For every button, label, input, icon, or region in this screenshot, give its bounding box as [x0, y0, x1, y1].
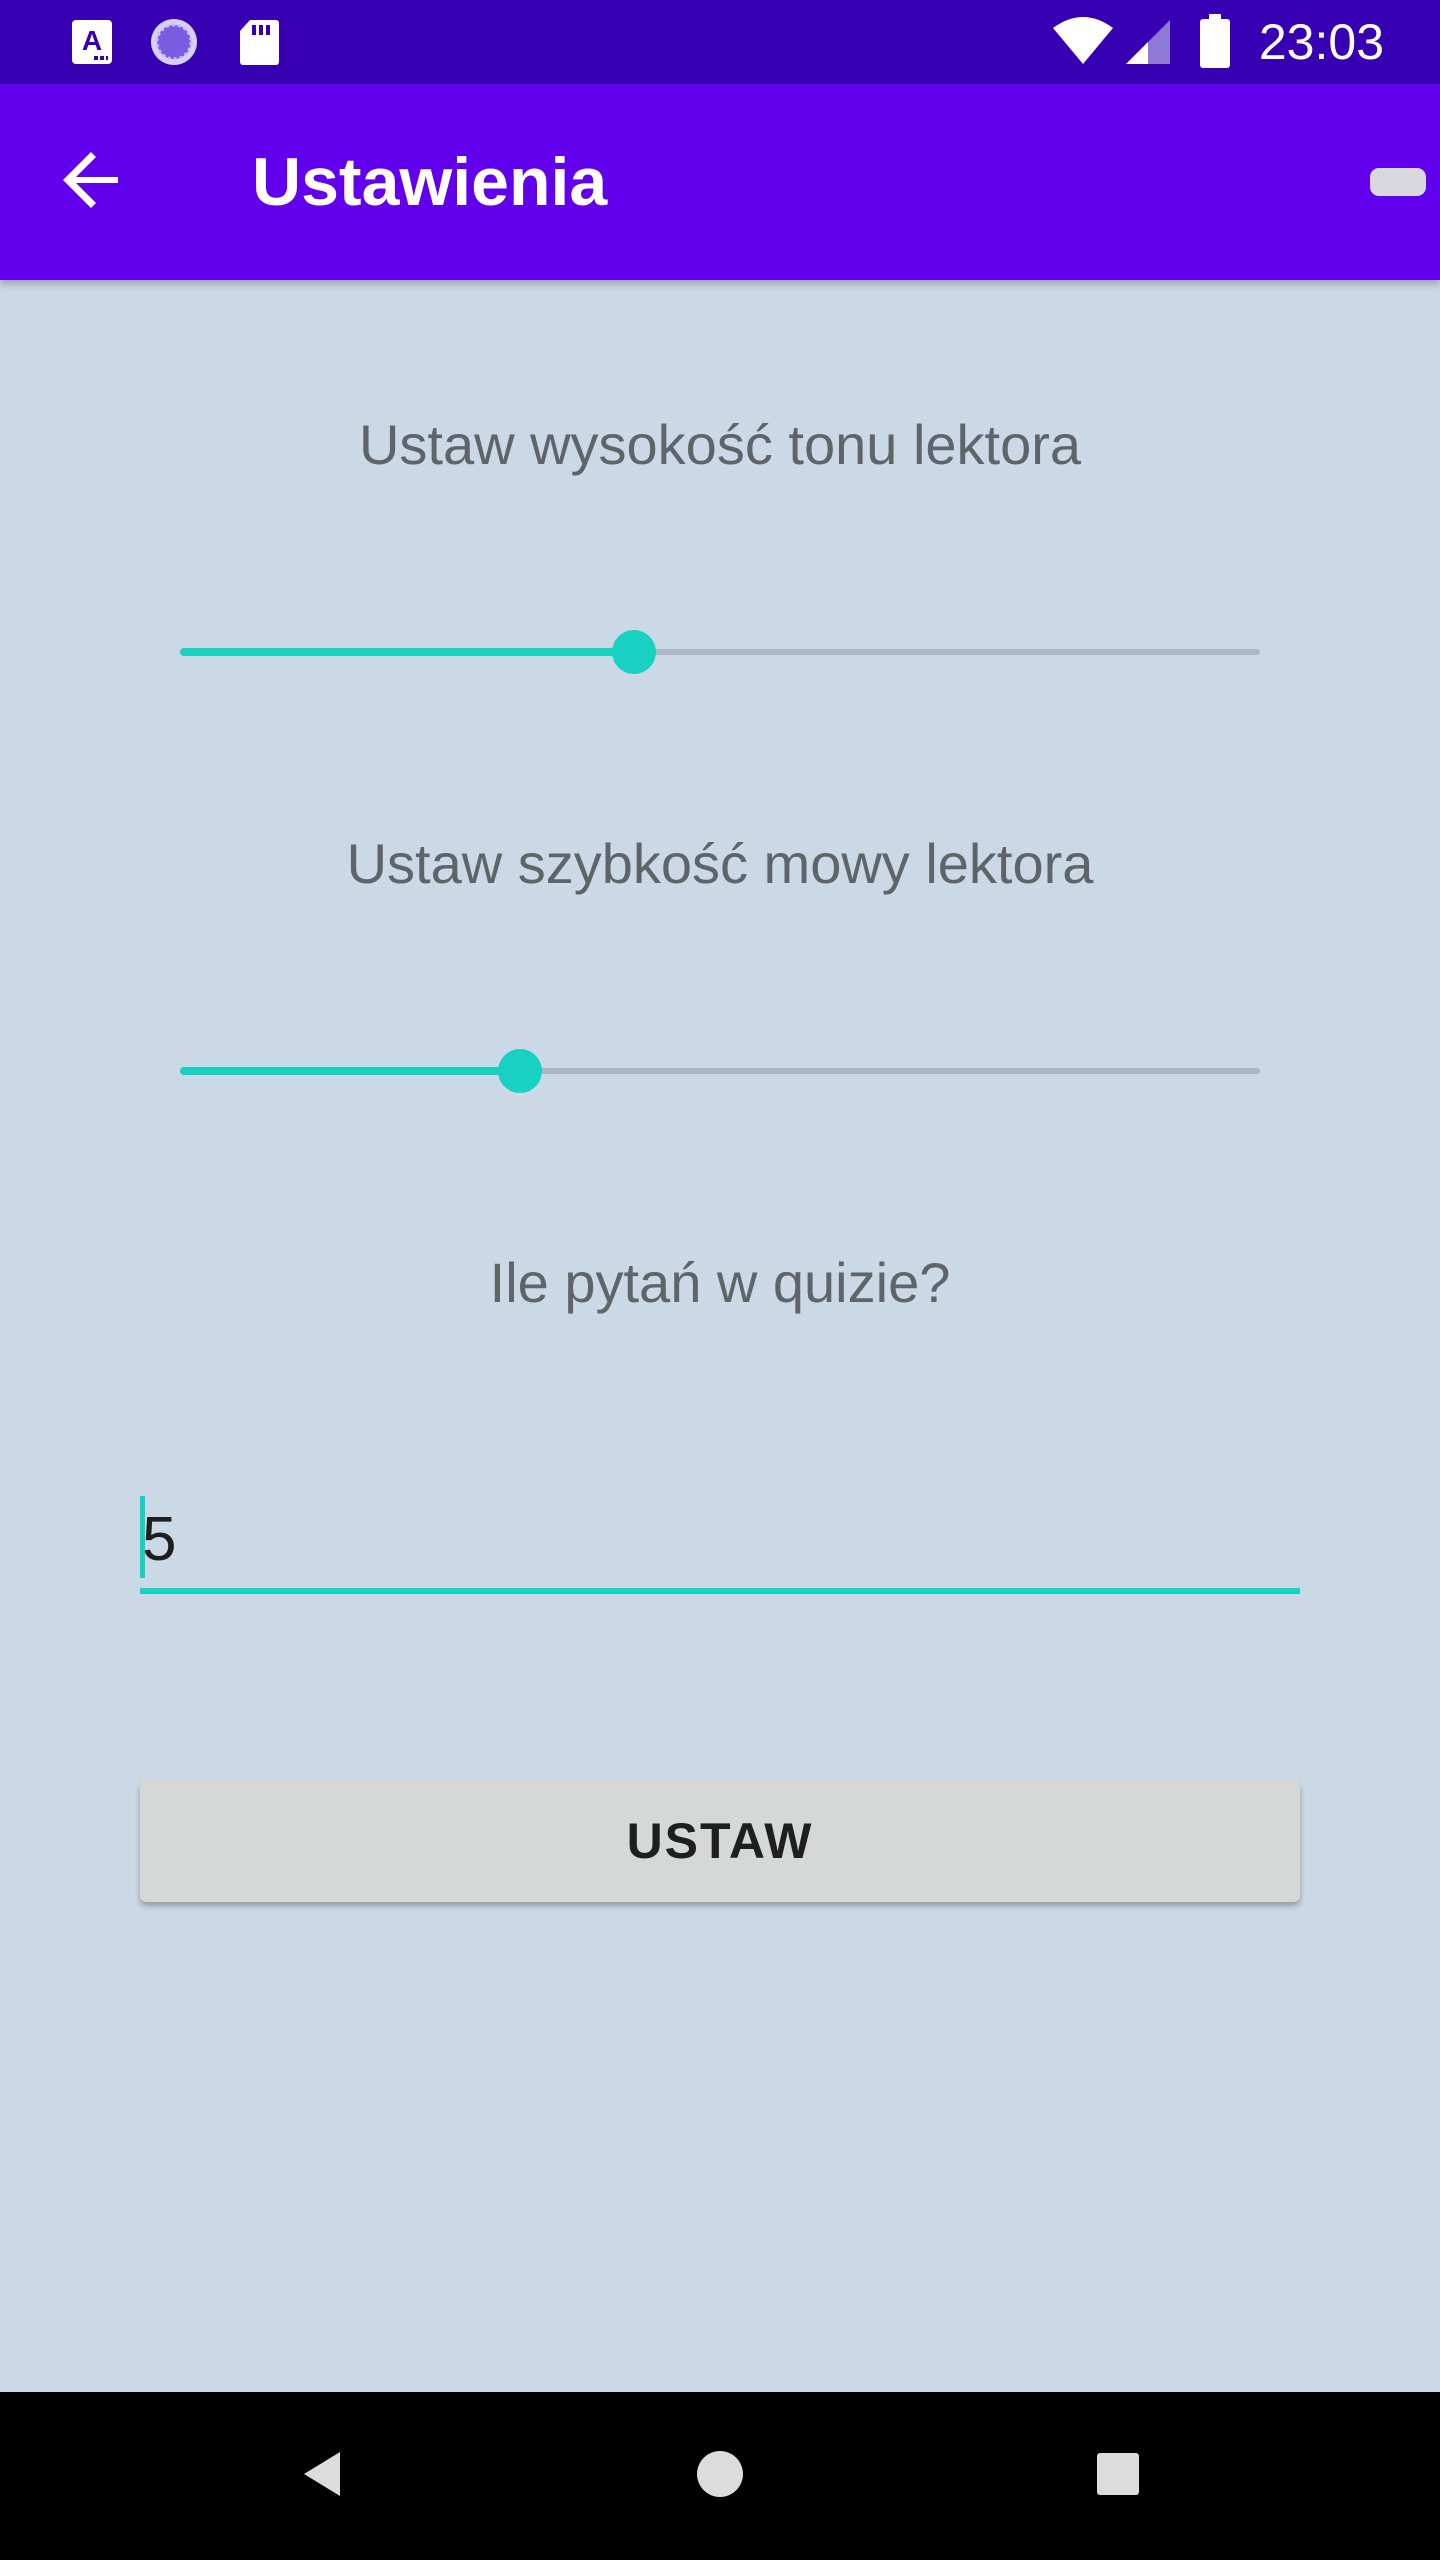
navigation-bar: [0, 2392, 1440, 2560]
quiz-count-label: Ile pytań w quizie?: [489, 1251, 951, 1314]
ustaw-button[interactable]: USTAW: [140, 1780, 1300, 1902]
page-title: Ustawienia: [252, 144, 608, 220]
pitch-label: Ustaw wysokość tonu lektora: [358, 413, 1082, 476]
home-circle-icon: [696, 2450, 744, 2503]
nav-home-button[interactable]: [680, 2436, 760, 2516]
speed-label: Ustaw szybkość mowy lektora: [346, 832, 1094, 895]
nav-recents-button[interactable]: [1078, 2436, 1158, 2516]
battery-icon: [1200, 14, 1230, 73]
back-triangle-icon: [300, 2450, 344, 2503]
input-underline: [140, 1588, 1300, 1594]
quiz-count-input[interactable]: [140, 1490, 1302, 1588]
loading-circle-icon: [148, 16, 200, 73]
clock: 23:03: [1258, 14, 1384, 70]
wifi-icon: [1052, 16, 1114, 71]
speed-slider[interactable]: [180, 1041, 1260, 1101]
quiz-count-field: [140, 1490, 1302, 1594]
slider-fill: [180, 648, 634, 656]
sd-card-icon: [238, 18, 280, 71]
slider-fill: [180, 1067, 521, 1075]
arrow-back-icon: [60, 148, 124, 217]
overflow-indicator: [1370, 168, 1426, 196]
svg-text:A: A: [82, 25, 102, 56]
slider-thumb[interactable]: [498, 1049, 543, 1093]
pitch-slider[interactable]: [180, 622, 1260, 682]
nav-back-button[interactable]: [282, 2436, 362, 2516]
text-cursor: [140, 1496, 145, 1578]
font-app-icon: A: [70, 18, 114, 71]
slider-thumb[interactable]: [611, 630, 656, 674]
status-bar: A 23:03: [0, 0, 1440, 84]
app-bar: Ustawienia: [0, 84, 1440, 280]
signal-icon: [1124, 18, 1172, 71]
recents-square-icon: [1096, 2452, 1140, 2501]
back-button[interactable]: [52, 142, 132, 222]
